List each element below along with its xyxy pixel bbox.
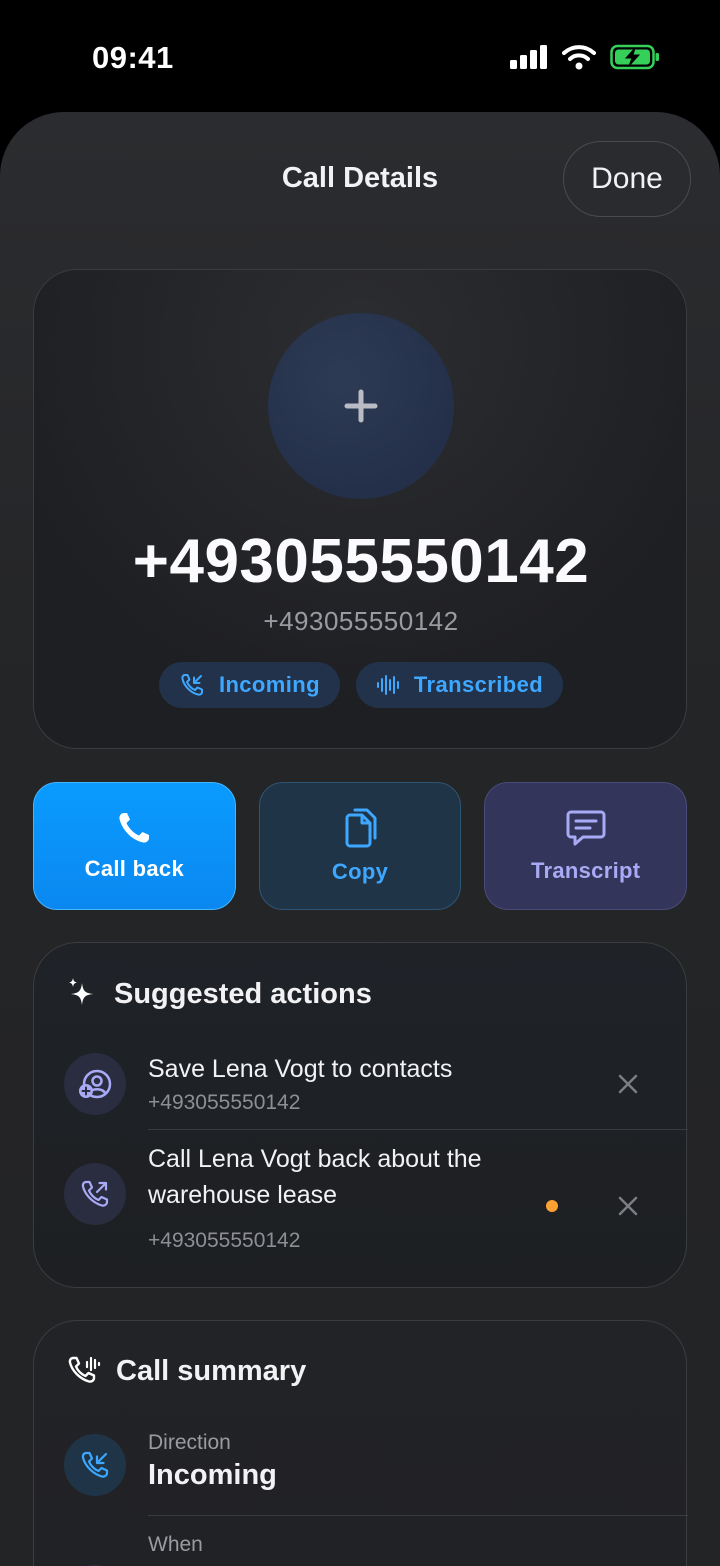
incoming-chip: Incoming xyxy=(158,662,340,708)
summary-row-direction: Direction Incoming xyxy=(64,1431,658,1511)
phone-icon xyxy=(119,813,150,843)
dismiss-icon[interactable] xyxy=(614,1192,642,1220)
suggested-actions-card: Suggested actions Save Lena Vogt to cont… xyxy=(33,942,688,1288)
incoming-call-icon xyxy=(81,1451,109,1478)
transcribed-chip-label: Transcribed xyxy=(413,672,544,697)
suggestion-subtitle: +493055550142 xyxy=(148,1091,301,1114)
battery-charging-icon xyxy=(610,44,659,70)
summary-row-when: When xyxy=(64,1533,658,1566)
cellular-signal-icon xyxy=(510,45,547,69)
call-back-label: Call back xyxy=(84,856,184,881)
incoming-chip-label: Incoming xyxy=(218,672,320,697)
add-contact-icon xyxy=(79,1069,112,1099)
summary-divider xyxy=(148,1515,688,1516)
phone-waveform-icon xyxy=(68,1356,101,1383)
copy-label: Copy xyxy=(331,859,389,884)
plus-icon xyxy=(344,389,378,423)
transcript-label: Transcript xyxy=(530,858,641,883)
suggestion-divider xyxy=(148,1129,688,1130)
status-icons xyxy=(510,44,660,70)
summary-label: Direction xyxy=(148,1431,231,1454)
copy-icon xyxy=(345,808,377,848)
call-summary-card: Call summary Direction Incoming When xyxy=(33,1320,688,1566)
add-contact-avatar[interactable] xyxy=(268,313,454,499)
add-contact-icon-wrap xyxy=(64,1053,126,1115)
summary-label: When xyxy=(148,1533,203,1556)
call-chips: Incoming Transcribed xyxy=(34,662,688,708)
status-time: 09:41 xyxy=(92,40,174,75)
wifi-icon xyxy=(562,45,596,70)
sparkles-icon xyxy=(69,978,93,1005)
suggestion-subtitle: +493055550142 xyxy=(148,1229,301,1252)
suggestion-call-back[interactable]: Call Lena Vogt back about the warehouse … xyxy=(64,1143,658,1253)
outgoing-call-icon xyxy=(81,1180,109,1207)
summary-value: Incoming xyxy=(148,1459,277,1491)
outgoing-call-icon-wrap xyxy=(64,1163,126,1225)
suggestion-save-contact[interactable]: Save Lena Vogt to contacts +493055550142 xyxy=(64,1053,658,1133)
call-details-sheet: Call Details Done +493055550142 +4930555… xyxy=(0,112,720,1566)
caller-sub-number: +493055550142 xyxy=(263,606,459,636)
done-button[interactable]: Done xyxy=(563,141,691,217)
call-back-button[interactable]: Call back xyxy=(33,782,236,910)
incoming-call-icon xyxy=(181,674,203,696)
dismiss-icon[interactable] xyxy=(614,1070,642,1098)
unread-indicator xyxy=(546,1200,558,1212)
chat-bubble-icon xyxy=(566,810,606,846)
caller-card: +493055550142 +493055550142 Incoming Tra… xyxy=(33,269,687,749)
call-summary-header: Call summary xyxy=(66,1353,306,1389)
suggested-actions-header: Suggested actions xyxy=(66,977,372,1011)
status-bar: 09:41 xyxy=(0,0,720,112)
waveform-icon xyxy=(376,675,399,695)
caller-number: +493055550142 xyxy=(132,527,590,596)
transcript-button[interactable]: Transcript xyxy=(484,782,688,910)
transcribed-chip: Transcribed xyxy=(355,662,564,708)
copy-button[interactable]: Copy xyxy=(258,782,462,910)
direction-icon-wrap xyxy=(64,1434,126,1496)
suggestion-title: Save Lena Vogt to contacts xyxy=(148,1055,453,1083)
action-buttons: Call back Copy Transcript xyxy=(33,782,688,910)
suggestion-title: Call Lena Vogt back about the warehouse … xyxy=(148,1145,482,1209)
call-summary-title: Call summary xyxy=(116,1354,307,1387)
suggested-actions-title: Suggested actions xyxy=(114,977,372,1010)
